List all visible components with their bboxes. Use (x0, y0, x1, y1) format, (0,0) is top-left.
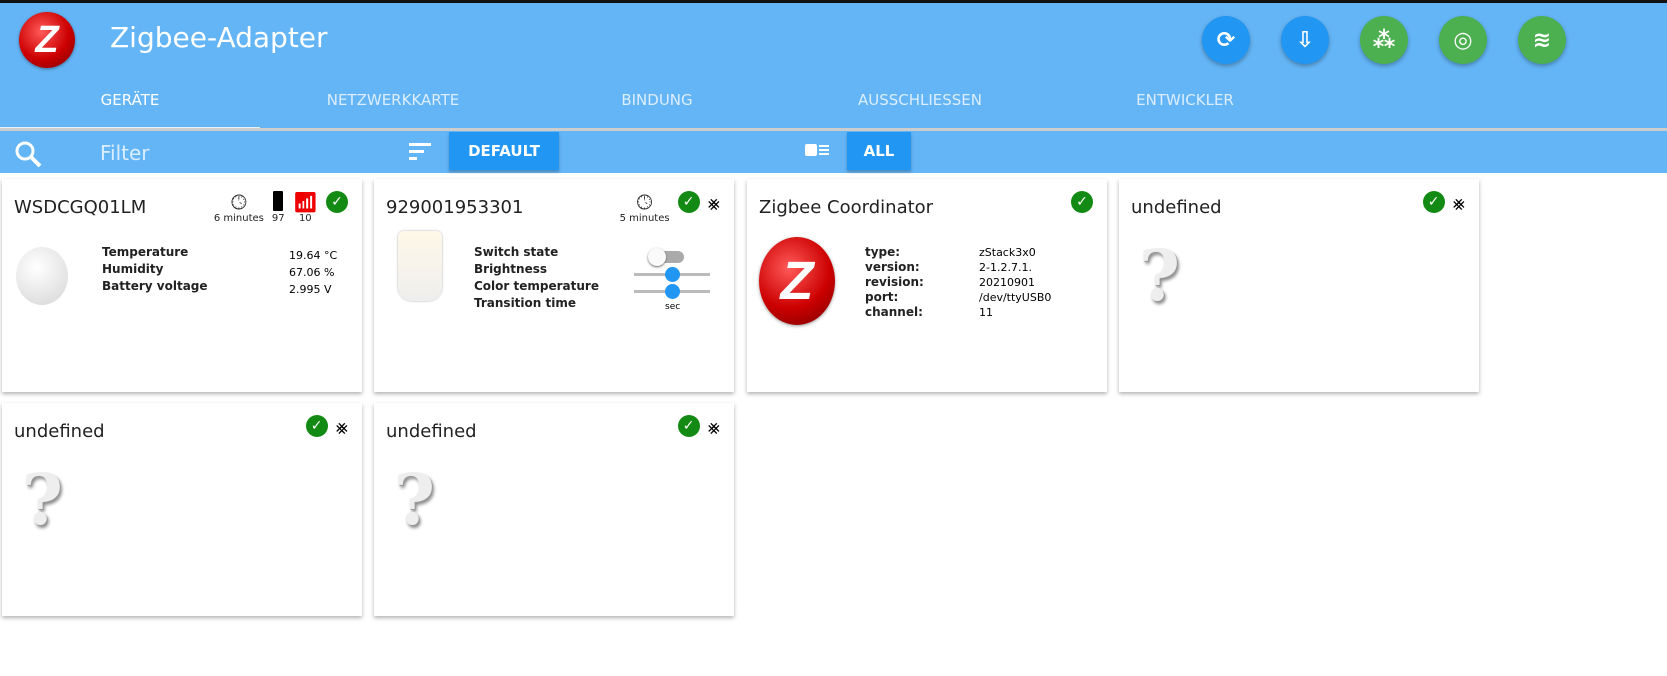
switch-state-toggle[interactable] (648, 248, 684, 266)
brightness-slider[interactable] (634, 267, 710, 282)
available-check-icon: ✓ (1071, 191, 1093, 213)
sort-icon (409, 143, 431, 160)
group-icon: ⁂ (1372, 27, 1396, 53)
search-icon (15, 141, 42, 168)
device-name: WSDCGQ01LM (14, 197, 147, 218)
router-disconnected-icon: ⨳ (1452, 191, 1465, 215)
groups-button[interactable]: ⁂ (1360, 16, 1408, 64)
sort-default-button[interactable]: DEFAULT (449, 132, 559, 170)
available-check-icon: ✓ (677, 415, 700, 437)
network-button[interactable]: ≋ (1518, 16, 1566, 64)
tab-exclude[interactable]: AUSSCHLIESSEN (790, 91, 1050, 109)
device-name: undefined (14, 421, 105, 442)
tab-developer[interactable]: ENTWICKLER (1055, 91, 1315, 109)
weak-signal-icon: 📶︎ (292, 190, 318, 214)
pairing-button[interactable]: ◎ (1439, 16, 1487, 64)
transition-unit: sec (665, 302, 681, 312)
download-device-button[interactable]: ⇩ (1281, 16, 1329, 64)
unknown-device-icon: ? (22, 458, 64, 541)
refresh-button[interactable]: ⟳ (1202, 16, 1250, 64)
coordinator-card[interactable]: Zigbee Coordinator ✓ Z type: version: re… (747, 179, 1107, 392)
device-card[interactable]: undefined ✓ ⨳ ? (1119, 179, 1479, 392)
zigbee-coordinator-image: Z (759, 237, 835, 325)
device-name: undefined (386, 421, 477, 442)
device-card[interactable]: undefined ✓ ⨳ ? (2, 403, 362, 616)
clock-icon: 🕓︎ (230, 190, 247, 214)
unknown-device-icon: ? (394, 458, 436, 541)
available-check-icon: ✓ (305, 415, 328, 437)
available-check-icon: ✓ (1422, 191, 1445, 213)
filter-input[interactable]: Filter (100, 141, 150, 165)
refresh-icon: ⟳ (1216, 27, 1236, 53)
toolbar: Filter DEFAULT ALL (0, 131, 1667, 173)
device-card[interactable]: 929001953301 🕓︎ 5 minutes ✓ ⨳ Switch stat… (374, 179, 734, 392)
router-disconnected-icon: ⨳ (707, 191, 720, 215)
network-icon: ≋ (1532, 27, 1552, 53)
sensor-image (16, 247, 68, 305)
router-disconnected-icon: ⨳ (707, 415, 720, 439)
device-name: 929001953301 (386, 197, 524, 218)
router-disconnected-icon: ⨳ (335, 415, 348, 439)
view-all-button[interactable]: ALL (847, 132, 911, 170)
device-name: undefined (1131, 197, 1222, 218)
tab-binding[interactable]: BINDUNG (527, 91, 787, 109)
device-name: Zigbee Coordinator (759, 197, 934, 218)
available-check-icon: ✓ (677, 191, 700, 213)
device-card[interactable]: WSDCGQ01LM 🕓︎ 6 minutes 97 📶︎ 10 ✓ Tempera… (2, 179, 362, 392)
tab-network-map[interactable]: NETZWERKKARTE (263, 91, 523, 109)
view-icon (805, 144, 829, 156)
clock-icon: 🕓︎ (636, 190, 653, 214)
battery-icon (273, 191, 284, 213)
bulb-image (398, 231, 442, 301)
color-temperature-slider[interactable] (634, 284, 710, 299)
pairing-icon: ◎ (1453, 27, 1473, 53)
available-check-icon: ✓ (326, 191, 348, 213)
page-title: Zigbee-Adapter (110, 21, 328, 54)
unknown-device-icon: ? (1139, 234, 1181, 317)
tab-devices[interactable]: GERÄTE (0, 91, 260, 109)
phone-download-icon: ⇩ (1295, 27, 1315, 53)
app-header: Z Zigbee-Adapter ⟳ ⇩ ⁂ ◎ ≋ GERÄTE NETZWE… (0, 0, 1667, 131)
zigbee-logo: Z (19, 12, 75, 68)
device-card[interactable]: undefined ✓ ⨳ ? (374, 403, 734, 616)
